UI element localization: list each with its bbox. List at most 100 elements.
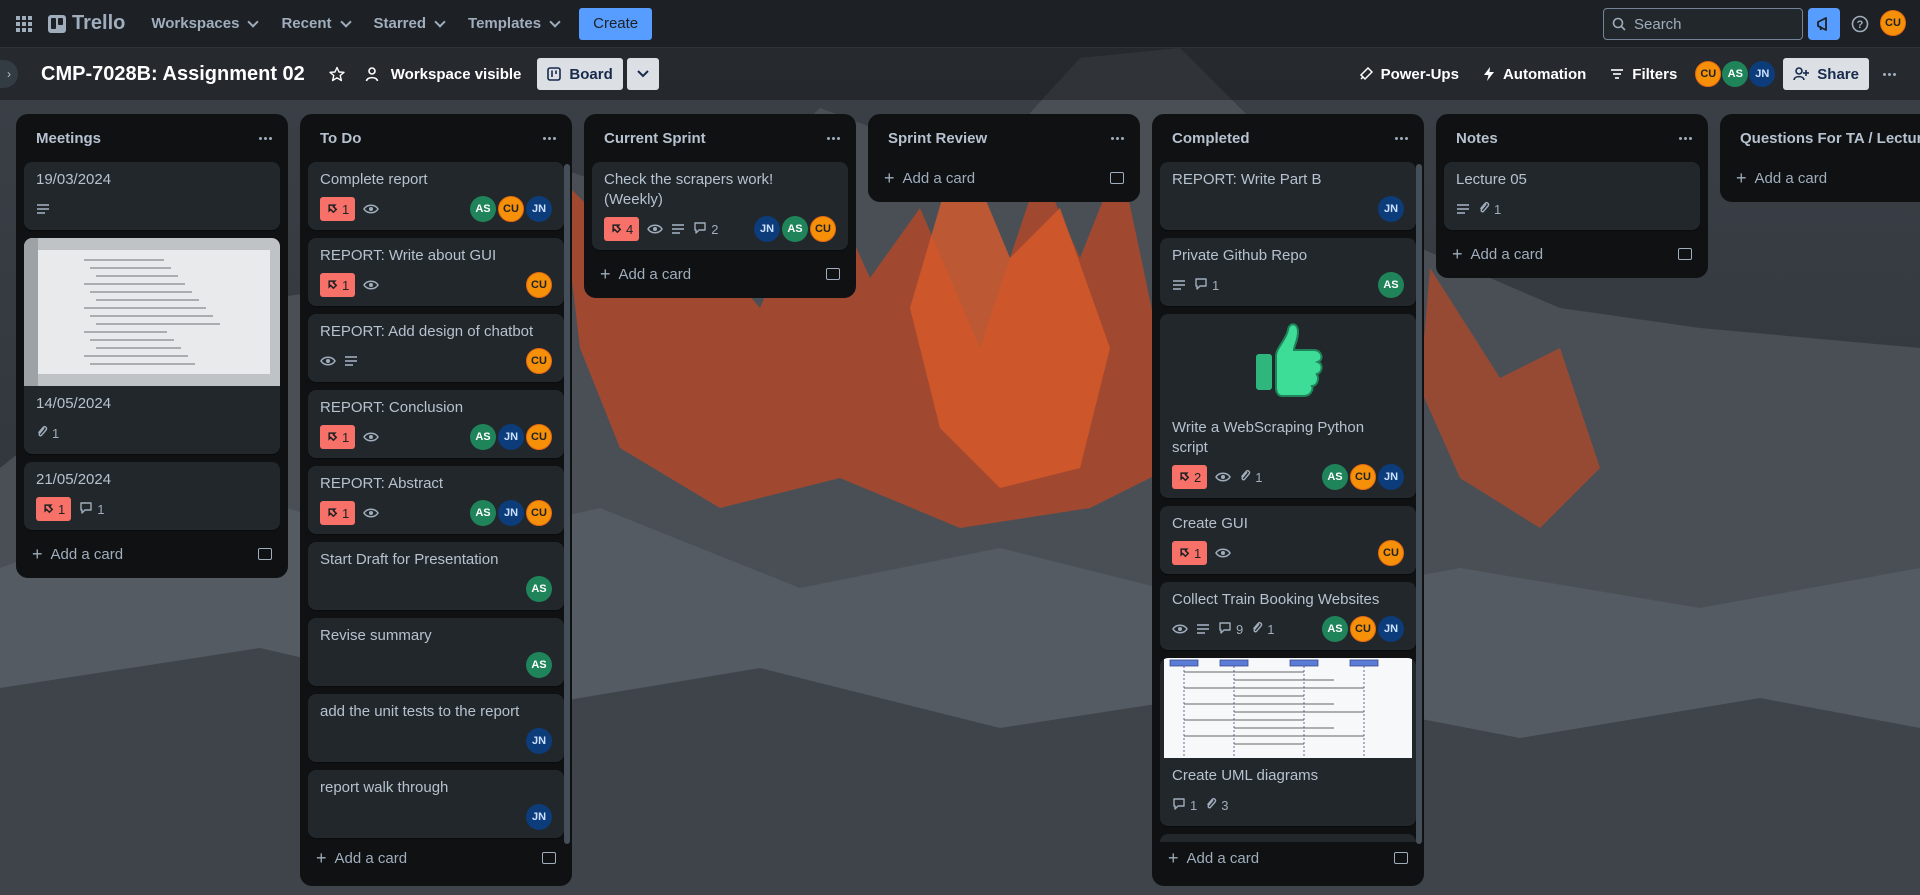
avatar-as[interactable]: AS xyxy=(1322,464,1348,490)
avatar-as[interactable]: AS xyxy=(1322,616,1348,642)
add-card-button[interactable]: + Add a card xyxy=(592,258,848,290)
add-card-button[interactable]: + Add a card xyxy=(876,162,1132,194)
list-header[interactable]: Questions For TA / Lecturer xyxy=(1728,114,1920,162)
avatar-cu[interactable]: CU xyxy=(810,216,836,242)
list-header[interactable]: Current Sprint xyxy=(592,114,848,162)
card[interactable]: REPORT: Write Part B JN xyxy=(1160,162,1416,230)
card[interactable]: add the unit tests to the report JN xyxy=(308,694,564,762)
create-button[interactable]: Create xyxy=(579,7,653,40)
card[interactable]: REPORT: Conclusion 1 AS JN CU xyxy=(308,390,564,458)
star-board-button[interactable] xyxy=(319,58,355,90)
avatar-cu[interactable]: CU xyxy=(1695,61,1722,87)
app-switcher-icon[interactable] xyxy=(8,8,40,40)
board-members[interactable]: CU AS JN xyxy=(1695,61,1776,87)
card[interactable]: Collect Train Booking Websites 9 1 AS CU JN xyxy=(1160,582,1416,650)
list-menu-icon[interactable] xyxy=(1679,136,1692,140)
card[interactable]: 14/05/2024 1 xyxy=(24,238,280,454)
search-input[interactable] xyxy=(1634,15,1784,33)
avatar-jn[interactable]: JN xyxy=(1749,61,1776,87)
board-title[interactable]: CMP-7028B: Assignment 02 xyxy=(41,63,305,86)
list-menu-icon[interactable] xyxy=(827,136,840,140)
avatar-as[interactable]: AS xyxy=(526,652,552,678)
card[interactable]: REPORT: Write about GUI 1 CU xyxy=(308,238,564,306)
create-from-template-icon[interactable] xyxy=(258,548,272,560)
trello-logo[interactable]: Trello xyxy=(48,12,125,35)
powerups-button[interactable]: Power-Ups xyxy=(1349,58,1469,90)
card[interactable]: Start Draft for Presentation AS xyxy=(308,542,564,610)
list-title[interactable]: Sprint Review xyxy=(888,130,987,147)
card[interactable]: Create UML diagrams 1 3 xyxy=(1160,658,1416,826)
card[interactable]: Start xyxy=(1160,834,1416,842)
list-header[interactable]: Meetings xyxy=(24,114,280,162)
avatar-jn[interactable]: JN xyxy=(498,500,524,526)
avatar-as[interactable]: AS xyxy=(782,216,808,242)
card[interactable]: 19/03/2024 xyxy=(24,162,280,230)
avatar-jn[interactable]: JN xyxy=(526,728,552,754)
list-title[interactable]: Current Sprint xyxy=(604,130,706,147)
create-from-template-icon[interactable] xyxy=(542,852,556,864)
avatar-as[interactable]: AS xyxy=(470,196,496,222)
card[interactable]: Check the scrapers work! (Weekly) 4 2 JN AS C… xyxy=(592,162,848,250)
list-header[interactable]: Completed xyxy=(1160,114,1416,162)
add-card-button[interactable]: + Add a card xyxy=(1728,162,1920,194)
list-menu-icon[interactable] xyxy=(259,136,272,140)
board-view-button[interactable]: Board xyxy=(537,58,623,90)
help-button[interactable]: ? xyxy=(1844,8,1876,40)
views-dropdown-button[interactable] xyxy=(626,58,659,90)
list-menu-icon[interactable] xyxy=(1111,136,1124,140)
starred-menu[interactable]: Starred xyxy=(362,8,457,40)
board-menu-button[interactable] xyxy=(1873,58,1906,90)
recent-menu[interactable]: Recent xyxy=(269,8,361,40)
account-avatar[interactable]: CU xyxy=(1880,10,1906,36)
notifications-button[interactable] xyxy=(1808,8,1840,40)
card[interactable]: Write a WebScraping Python script 2 1 AS CU J… xyxy=(1160,314,1416,498)
avatar-cu[interactable]: CU xyxy=(1378,540,1404,566)
automation-button[interactable]: Automation xyxy=(1473,58,1596,90)
list-menu-icon[interactable] xyxy=(543,136,556,140)
avatar-jn[interactable]: JN xyxy=(526,196,552,222)
create-from-template-icon[interactable] xyxy=(1394,852,1408,864)
visibility-button[interactable]: Workspace visible xyxy=(355,58,532,90)
workspaces-menu[interactable]: Workspaces xyxy=(139,8,269,40)
add-card-button[interactable]: + Add a card xyxy=(1160,842,1416,874)
list-title[interactable]: Questions For TA / Lecturer xyxy=(1740,130,1920,147)
list-title[interactable]: Notes xyxy=(1456,130,1498,147)
list-scrollbar[interactable] xyxy=(1416,164,1422,844)
list-header[interactable]: To Do xyxy=(308,114,564,162)
add-card-button[interactable]: + Add a card xyxy=(1444,238,1700,270)
avatar-cu[interactable]: CU xyxy=(526,500,552,526)
create-from-template-icon[interactable] xyxy=(1110,172,1124,184)
create-from-template-icon[interactable] xyxy=(826,268,840,280)
list-menu-icon[interactable] xyxy=(1395,136,1408,140)
avatar-jn[interactable]: JN xyxy=(754,216,780,242)
avatar-jn[interactable]: JN xyxy=(498,424,524,450)
filters-button[interactable]: Filters xyxy=(1600,58,1687,90)
list-title[interactable]: To Do xyxy=(320,130,361,147)
avatar-as[interactable]: AS xyxy=(526,576,552,602)
avatar-jn[interactable]: JN xyxy=(1378,196,1404,222)
avatar-cu[interactable]: CU xyxy=(498,196,524,222)
avatar-as[interactable]: AS xyxy=(1378,272,1404,298)
list-title[interactable]: Meetings xyxy=(36,130,101,147)
list-title[interactable]: Completed xyxy=(1172,130,1250,147)
avatar-jn[interactable]: JN xyxy=(1378,616,1404,642)
card[interactable]: Create GUI 1 CU xyxy=(1160,506,1416,574)
card[interactable]: REPORT: Abstract 1 AS JN CU xyxy=(308,466,564,534)
card[interactable]: Complete report 1 AS CU JN xyxy=(308,162,564,230)
search-box[interactable] xyxy=(1603,8,1803,40)
avatar-cu[interactable]: CU xyxy=(1350,464,1376,490)
templates-menu[interactable]: Templates xyxy=(456,8,571,40)
avatar-cu[interactable]: CU xyxy=(526,272,552,298)
list-header[interactable]: Sprint Review xyxy=(876,114,1132,162)
avatar-cu[interactable]: CU xyxy=(1350,616,1376,642)
card[interactable]: report walk through JN xyxy=(308,770,564,838)
list-scrollbar[interactable] xyxy=(564,164,570,844)
list-header[interactable]: Notes xyxy=(1444,114,1700,162)
avatar-as[interactable]: AS xyxy=(470,424,496,450)
add-card-button[interactable]: + Add a card xyxy=(24,538,280,570)
card[interactable]: Revise summary AS xyxy=(308,618,564,686)
card[interactable]: REPORT: Add design of chatbot CU xyxy=(308,314,564,382)
create-from-template-icon[interactable] xyxy=(1678,248,1692,260)
card[interactable]: Private Github Repo 1 AS xyxy=(1160,238,1416,306)
share-button[interactable]: Share xyxy=(1783,58,1869,90)
